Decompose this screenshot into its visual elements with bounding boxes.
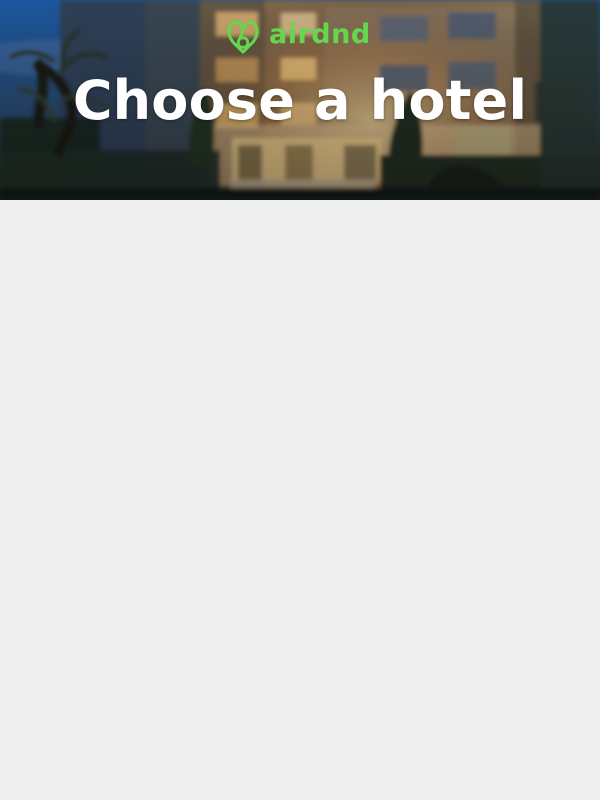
- brand-logo[interactable]: airdnd: [224, 16, 371, 54]
- airbnb-heart-logo-icon: [227, 20, 259, 54]
- hotel-selection-page: airdnd Choose a hotel: [0, 0, 600, 800]
- page-title: Choose a hotel: [72, 69, 528, 132]
- hotel-list-empty-area: [0, 200, 600, 800]
- hero-banner: airdnd Choose a hotel: [0, 0, 600, 200]
- brand-name: airdnd: [269, 18, 371, 50]
